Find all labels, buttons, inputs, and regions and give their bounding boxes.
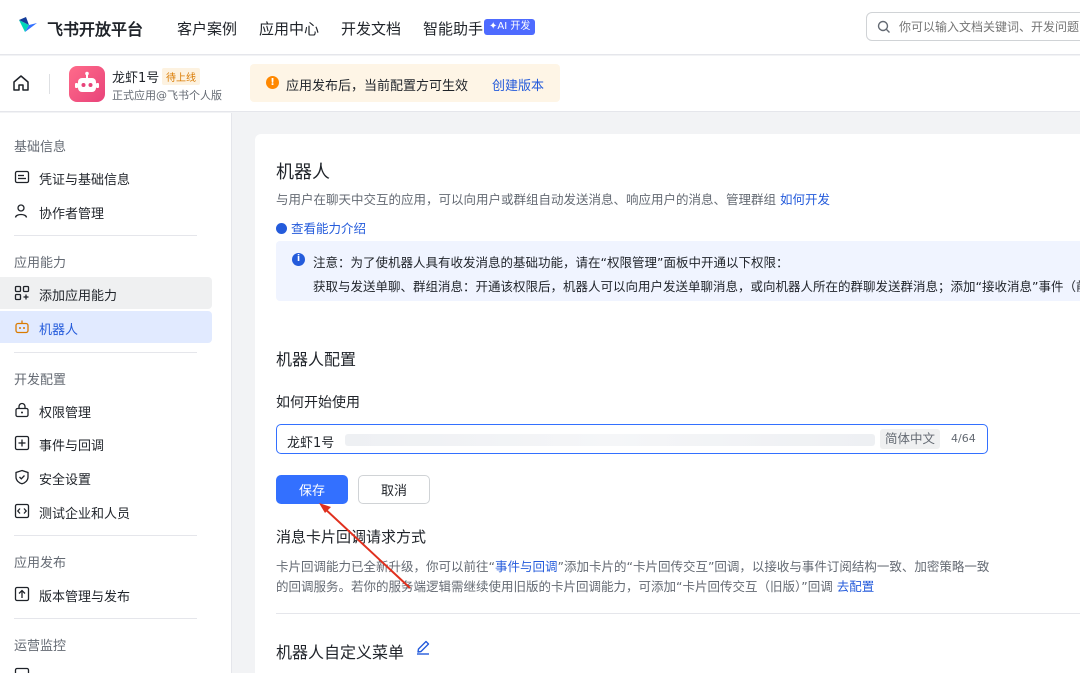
app-subtitle: 正式应用@飞书个人版: [112, 89, 222, 102]
upload-icon: [14, 586, 30, 602]
cancel-button[interactable]: 取消: [358, 475, 430, 504]
sidebar: 基础信息 凭证与基础信息 协作者管理 应用能力 添加应用能力 机器人 开发配置 …: [0, 113, 232, 673]
sidebar-item-test-users[interactable]: 测试企业和人员: [0, 495, 212, 527]
warning-icon: !: [266, 76, 279, 89]
sidebar-item-label: 添加应用能力: [39, 289, 118, 304]
robot-config-title: 机器人配置: [276, 350, 357, 369]
top-nav: 飞书开放平台 客户案例 应用中心 开发文档 智能助手 ✦AI 开发: [0, 0, 1080, 55]
sidebar-item-label: 凭证与基础信息: [39, 173, 131, 188]
app-header: 龙虾1号 待上线 正式应用@飞书个人版 ! 应用发布后，当前配置方可生效 创建版…: [0, 56, 1080, 112]
section-ops-monitor: 运营监控: [14, 639, 67, 654]
shield-icon: [15, 469, 29, 485]
app-name: 龙虾1号: [112, 71, 160, 86]
view-capability-intro-link[interactable]: 查看能力介绍: [276, 218, 366, 237]
robot-avatar-icon: [75, 71, 99, 92]
section-app-capabilities: 应用能力: [14, 256, 67, 271]
nav-app-center[interactable]: 应用中心: [259, 18, 319, 39]
card-callback-title: 消息卡片回调请求方式: [276, 528, 427, 546]
sidebar-item-label: 测试企业和人员: [39, 507, 131, 522]
desc-text: 的回调服务。若你的服务端逻辑需继续使用旧版的卡片回调能力，可添加“卡片回传交互（…: [276, 579, 833, 594]
sidebar-item-collaborators[interactable]: 协作者管理: [0, 195, 212, 227]
create-version-link[interactable]: 创建版本: [492, 75, 544, 94]
section-basic-info: 基础信息: [14, 140, 67, 155]
how-to-develop-link[interactable]: 如何开发: [780, 192, 830, 207]
input-value: 龙虾1号: [287, 436, 335, 451]
save-button[interactable]: 保存: [276, 475, 348, 504]
notice-text: 应用发布后，当前配置方可生效: [286, 79, 469, 94]
sidebar-item-label: 协作者管理: [39, 207, 105, 222]
search-box[interactable]: [866, 12, 1080, 41]
divider: [14, 352, 197, 353]
sidebar-item-partial[interactable]: [0, 659, 212, 673]
apps-icon: [14, 285, 30, 301]
events-callbacks-link[interactable]: 事件与回调: [495, 559, 558, 574]
info-line-2: 获取与发送单聊、群组消息：开通该权限后，机器人可以向用户发送单聊消息，或向机器人…: [313, 279, 1080, 294]
log-icon: [14, 667, 30, 673]
blurred-text: [345, 434, 875, 446]
search-icon: [877, 20, 890, 33]
nav-smart-assistant[interactable]: 智能助手: [423, 18, 483, 39]
robot-icon: [15, 320, 29, 334]
credential-icon: [14, 170, 30, 184]
info-line-1: 注意：为了使机器人具有收发消息的基础功能，请在“权限管理”面板中开通以下权限：: [313, 255, 789, 270]
how-to-use-input[interactable]: 龙虾1号 简体中文 4/64: [276, 424, 988, 454]
divider: [14, 535, 197, 536]
feishu-logo-icon[interactable]: [16, 14, 40, 38]
publish-notice: ! 应用发布后，当前配置方可生效 创建版本: [250, 64, 560, 102]
custom-menu-title: 机器人自定义菜单: [276, 643, 405, 662]
desc-text: 卡片回调能力已全新升级，你可以前往“: [276, 559, 495, 574]
user-icon: [14, 204, 28, 218]
sidebar-item-label: 版本管理与发布: [39, 590, 131, 605]
sidebar-item-label: 机器人: [39, 323, 79, 338]
sidebar-item-permissions[interactable]: 权限管理: [0, 394, 212, 426]
sidebar-item-add-capability[interactable]: 添加应用能力: [0, 277, 212, 309]
sidebar-item-label: 安全设置: [39, 473, 92, 488]
go-configure-link[interactable]: 去配置: [837, 579, 875, 594]
sidebar-item-events[interactable]: 事件与回调: [0, 427, 212, 459]
ai-dev-badge: ✦AI 开发: [484, 19, 536, 35]
sidebar-item-robot[interactable]: 机器人: [0, 311, 212, 343]
section-dev-config: 开发配置: [14, 373, 67, 388]
divider: [14, 618, 197, 619]
section-app-release: 应用发布: [14, 556, 67, 571]
sidebar-item-versions[interactable]: 版本管理与发布: [0, 578, 212, 610]
divider: [14, 235, 197, 236]
language-selector[interactable]: 简体中文: [880, 429, 941, 449]
info-notice: i 注意：为了使机器人具有收发消息的基础功能，请在“权限管理”面板中开通以下权限…: [276, 241, 1080, 301]
page-description: 与用户在聊天中交互的应用，可以向用户或群组自动发送消息、响应用户的消息、管理群组…: [276, 189, 830, 208]
divider: [49, 74, 50, 94]
card-callback-desc-2: 的回调服务。若你的服务端逻辑需继续使用旧版的卡片回调能力，可添加“卡片回传交互（…: [276, 576, 874, 595]
sidebar-item-credentials[interactable]: 凭证与基础信息: [0, 161, 212, 193]
char-count: 4/64: [951, 432, 976, 445]
event-icon: [14, 435, 30, 451]
sidebar-item-label: 权限管理: [39, 406, 92, 421]
code-icon: [14, 503, 30, 519]
intro-link-text: 查看能力介绍: [291, 221, 367, 236]
robot-panel: 机器人 与用户在聊天中交互的应用，可以向用户或群组自动发送消息、响应用户的消息、…: [255, 134, 1080, 673]
app-avatar[interactable]: [69, 66, 105, 102]
edit-icon[interactable]: [415, 639, 431, 655]
page-title: 机器人: [276, 162, 330, 183]
sidebar-item-security[interactable]: 安全设置: [0, 461, 212, 493]
nav-dev-docs[interactable]: 开发文档: [341, 18, 401, 39]
search-input[interactable]: [899, 18, 1080, 36]
desc-text: ”添加卡片的“卡片回传交互”回调，以接收与事件订阅结构一致、加密策略一致: [557, 559, 990, 574]
info-icon: i: [292, 253, 305, 266]
divider: [276, 613, 1080, 614]
lock-icon: [15, 402, 29, 418]
home-icon[interactable]: [12, 74, 30, 92]
nav-customer-cases[interactable]: 客户案例: [177, 18, 237, 39]
sidebar-item-label: 事件与回调: [39, 439, 105, 454]
brand-name[interactable]: 飞书开放平台: [47, 16, 143, 40]
play-icon: [276, 223, 287, 234]
how-to-use-label: 如何开始使用: [276, 395, 360, 411]
card-callback-desc-1: 卡片回调能力已全新升级，你可以前往“事件与回调”添加卡片的“卡片回传交互”回调，…: [276, 556, 989, 575]
description-text: 与用户在聊天中交互的应用，可以向用户或群组自动发送消息、响应用户的消息、管理群组: [276, 192, 777, 207]
status-badge: 待上线: [162, 68, 200, 85]
